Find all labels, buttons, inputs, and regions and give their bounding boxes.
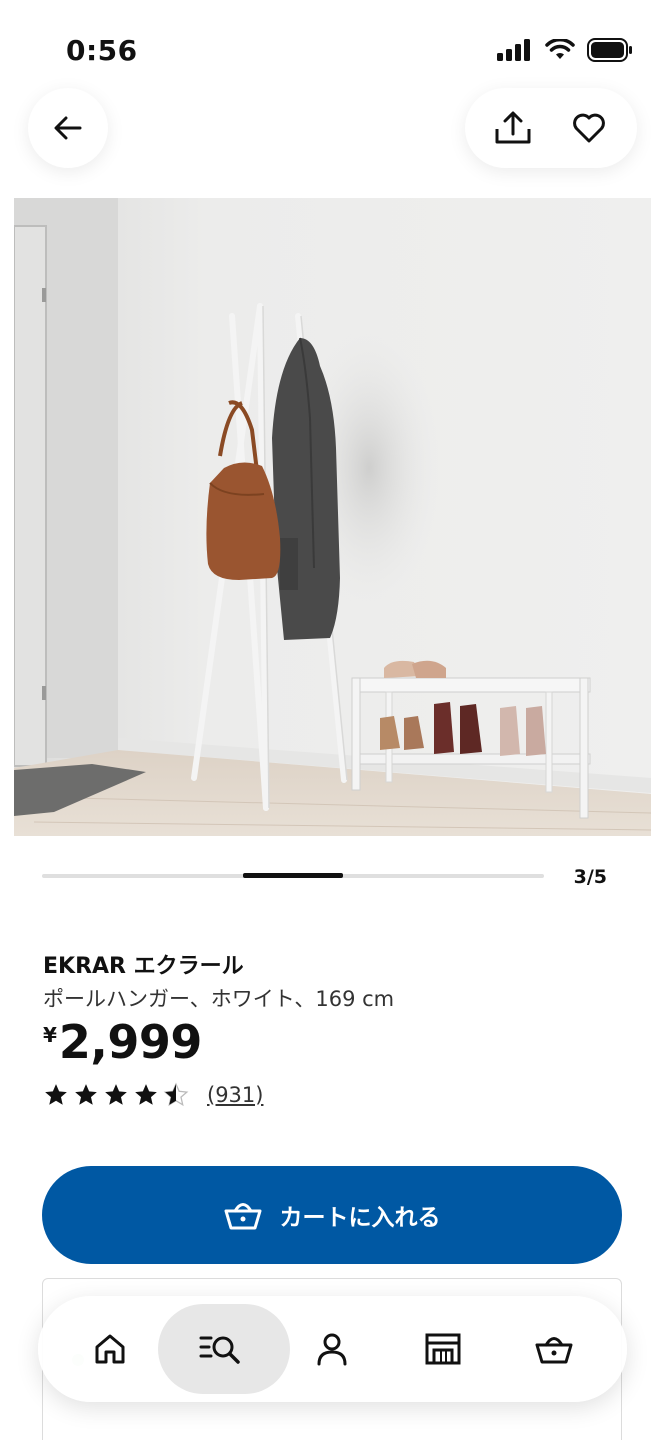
battery-icon [587, 38, 632, 62]
price-value: 2,999 [58, 1015, 203, 1069]
header-actions [465, 88, 637, 168]
star-full-icon [75, 1084, 97, 1105]
bottom-tab-bar [38, 1296, 627, 1402]
back-button[interactable] [28, 88, 108, 168]
share-button[interactable] [483, 98, 543, 158]
home-icon [95, 1334, 125, 1364]
tab-profile[interactable] [277, 1296, 387, 1402]
basket-icon [224, 1203, 261, 1230]
product-image[interactable] [14, 198, 651, 836]
cellular-signal-icon [497, 39, 530, 61]
person-icon [317, 1333, 347, 1366]
product-photo-illustration [14, 198, 651, 836]
wifi-icon [545, 39, 575, 59]
star-full-icon [135, 1084, 157, 1105]
price-currency: ¥ [43, 1023, 57, 1047]
star-full-icon [45, 1084, 67, 1105]
store-icon [425, 1333, 461, 1365]
carousel-counter: 3/5 [573, 866, 607, 888]
review-count-link[interactable]: (931) [207, 1083, 263, 1107]
basket-icon [535, 1337, 573, 1364]
status-time: 0:56 [66, 34, 138, 67]
carousel-progress-thumb [242, 873, 344, 878]
product-price: ¥ 2,999 [43, 1015, 202, 1069]
tab-home[interactable] [55, 1296, 165, 1402]
star-half-icon [163, 1082, 189, 1107]
product-rating[interactable]: (931) [43, 1082, 263, 1108]
tab-cart[interactable] [499, 1296, 609, 1402]
arrow-left-icon [54, 116, 82, 140]
favorite-button[interactable] [559, 98, 619, 158]
tab-store[interactable] [388, 1296, 498, 1402]
add-to-cart-button[interactable]: カートに入れる [42, 1166, 622, 1264]
star-full-icon [105, 1084, 127, 1105]
search-list-icon [199, 1336, 240, 1364]
product-description: ポールハンガー、ホワイト、169 cm [43, 987, 395, 1011]
status-bar: 0:56 [0, 0, 665, 100]
carousel-progress [42, 873, 544, 878]
heart-icon [573, 113, 605, 143]
share-icon [495, 111, 531, 144]
tab-search[interactable] [158, 1296, 290, 1402]
product-name: EKRAR エクラール [43, 954, 244, 979]
add-to-cart-label: カートに入れる [279, 1205, 441, 1231]
status-icons [497, 38, 633, 62]
